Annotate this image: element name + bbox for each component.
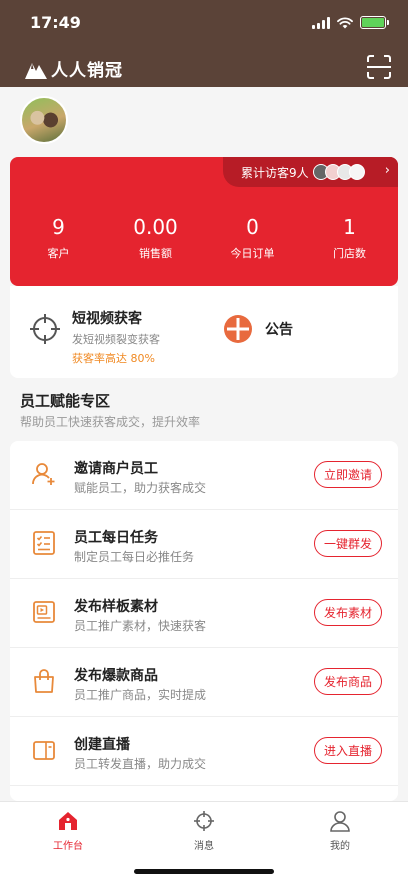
enter-live-button[interactable]: 进入直播 [313, 737, 382, 764]
home-icon [59, 812, 77, 830]
crosshair-icon [30, 314, 60, 344]
short-video-subtitle: 发短视频裂变获客 [72, 333, 160, 346]
app-header: 人人销冠 [0, 44, 408, 87]
broadcast-button[interactable]: 一键群发 [313, 530, 382, 557]
short-video-title: 短视频获客 [72, 311, 142, 327]
stat-label: 客户 [47, 247, 70, 260]
task-daily-tasks[interactable]: 员工每日任务 制定员工每日必推任务 一键群发 [10, 510, 398, 579]
stat-customers[interactable]: 9 客户 [10, 215, 107, 261]
tab-messages[interactable]: 消息 [164, 810, 244, 852]
stat-orders-today[interactable]: 0 今日订单 [204, 215, 301, 261]
checklist-icon [33, 531, 55, 555]
stats-card: 累计访客9人 › 9 客户 0.00 销售额 0 今日订单 1 门店数 [10, 157, 398, 286]
shopping-bag-icon [34, 669, 54, 693]
chevron-right-icon: › [384, 163, 390, 178]
task-title: 创建直播 [74, 737, 130, 753]
media-icon [33, 601, 55, 623]
short-video-entry[interactable]: 短视频获客 发短视频裂变获客 获客率高达 80% [28, 308, 160, 366]
stat-label: 今日订单 [230, 247, 275, 260]
visitors-badge[interactable]: 累计访客9人 › [223, 157, 398, 187]
task-subtitle: 员工推广素材，快速获客 [74, 619, 207, 633]
task-invite-staff[interactable]: 邀请商户员工 赋能员工，助力获客成交 立即邀请 [10, 441, 398, 510]
task-publish-product[interactable]: 发布爆款商品 员工推广商品，实时提成 发布商品 [10, 648, 398, 717]
notice-entry[interactable]: 公告 [223, 314, 293, 344]
add-user-icon [32, 463, 55, 485]
tab-workbench[interactable]: 工作台 [28, 810, 108, 852]
stat-sales[interactable]: 0.00 销售额 [107, 215, 204, 261]
task-subtitle: 制定员工每日必推任务 [74, 550, 195, 564]
user-avatar[interactable] [20, 96, 68, 144]
task-title: 员工每日任务 [74, 530, 158, 546]
section-subtitle: 帮助员工快速获客成交，提升效率 [20, 415, 201, 429]
signal-icon [312, 16, 330, 29]
mountain-logo-icon [25, 62, 47, 79]
task-title: 发布样板素材 [74, 599, 158, 615]
task-title: 邀请商户员工 [74, 461, 158, 477]
wifi-icon [337, 16, 353, 28]
tab-label: 我的 [330, 841, 350, 852]
task-subtitle: 赋能员工，助力获客成交 [74, 481, 207, 495]
app-logo-text: 人人销冠 [51, 61, 123, 81]
task-subtitle: 员工推广商品，实时提成 [74, 688, 207, 702]
stat-value: 1 [343, 215, 356, 239]
tab-label: 消息 [194, 841, 214, 852]
stat-label: 销售额 [139, 247, 172, 260]
publish-product-button[interactable]: 发布商品 [313, 668, 382, 695]
task-publish-material[interactable]: 发布样板素材 员工推广素材，快速获客 发布素材 [10, 579, 398, 648]
user-icon [330, 811, 350, 832]
promo-card: 短视频获客 发短视频裂变获客 获客率高达 80% 公告 [10, 286, 398, 378]
task-create-live[interactable]: 创建直播 员工转发直播，助力成交 进入直播 [10, 717, 398, 786]
invite-button[interactable]: 立即邀请 [313, 461, 382, 488]
short-video-rate: 获客率高达 80% [72, 352, 155, 365]
home-indicator [134, 869, 274, 874]
app-logo: 人人销冠 [25, 56, 123, 81]
scan-icon[interactable] [366, 54, 392, 80]
publish-material-button[interactable]: 发布素材 [313, 599, 382, 626]
battery-icon [360, 16, 389, 29]
task-subtitle: 员工转发直播，助力成交 [74, 757, 207, 771]
task-title: 发布爆款商品 [74, 668, 158, 684]
stat-value: 0.00 [133, 215, 178, 239]
status-icons [312, 16, 389, 29]
stat-value: 9 [52, 215, 65, 239]
notice-icon [224, 315, 252, 343]
section-title: 员工赋能专区 [20, 392, 111, 410]
stat-label: 门店数 [333, 247, 366, 260]
notice-title: 公告 [265, 322, 293, 338]
tab-profile[interactable]: 我的 [300, 810, 380, 852]
tab-label: 工作台 [53, 841, 83, 852]
live-icon [33, 741, 55, 760]
stat-value: 0 [246, 215, 259, 239]
stat-stores[interactable]: 1 门店数 [301, 215, 398, 261]
visitor-avatars [312, 164, 365, 180]
target-icon [194, 811, 214, 831]
status-bar: 17:49 [0, 0, 408, 44]
visitors-label: 累计访客9人 [241, 165, 309, 180]
task-list: 邀请商户员工 赋能员工，助力获客成交 立即邀请 员工每日任务 制定员工每日必推任… [10, 441, 398, 801]
status-time: 17:49 [30, 13, 81, 32]
